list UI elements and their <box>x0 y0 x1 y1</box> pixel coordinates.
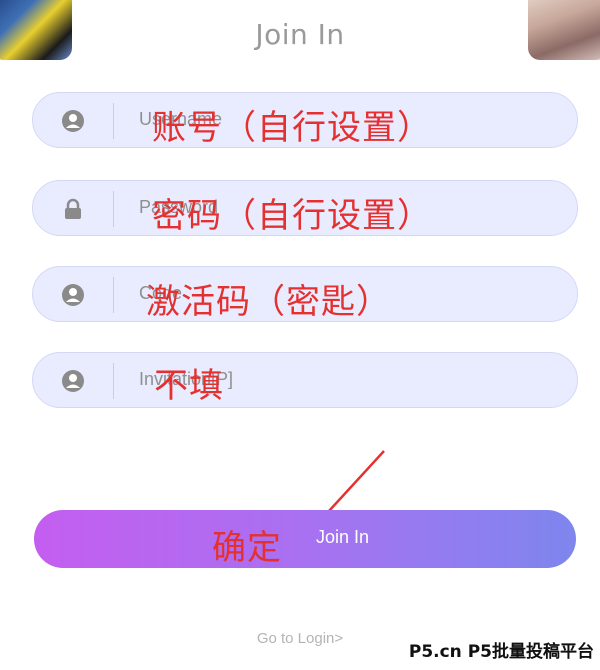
invitation-field[interactable]: Invitation[P] <box>32 352 578 408</box>
username-annotation: 账号（自行设置） <box>152 108 432 148</box>
field-divider <box>113 363 114 399</box>
user-icon <box>62 284 84 306</box>
invitation-annotation: 不填 <box>154 366 224 406</box>
field-divider <box>113 103 114 139</box>
code-annotation: 激活码（密匙） <box>146 282 391 322</box>
watermark: P5.cn P5批量投稿平台 <box>408 642 594 662</box>
field-divider <box>113 191 114 227</box>
page-title: Join In <box>255 18 345 51</box>
join-in-button-label: Join In <box>316 527 370 547</box>
submit-annotation: 确定 <box>212 528 282 568</box>
join-in-button[interactable]: Join In <box>34 510 576 568</box>
lock-icon <box>65 198 81 219</box>
field-divider <box>113 277 114 313</box>
password-annotation: 密码（自行设置） <box>152 196 432 236</box>
user-icon <box>62 370 84 392</box>
user-icon <box>62 110 84 132</box>
